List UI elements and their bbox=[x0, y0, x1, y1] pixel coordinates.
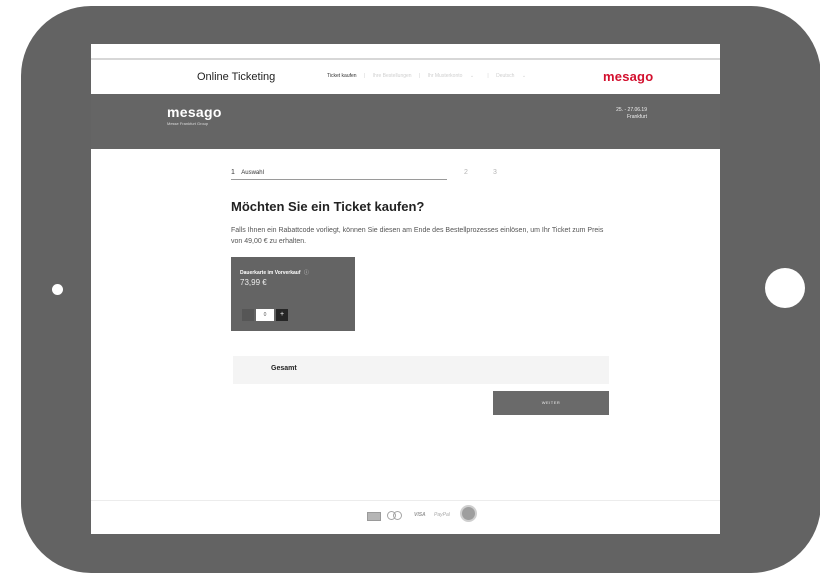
mastercard-icon bbox=[387, 511, 405, 520]
page-title: Möchten Sie ein Ticket kaufen? bbox=[231, 199, 425, 214]
step-2: 2 bbox=[464, 169, 468, 176]
decrement-button[interactable] bbox=[242, 309, 254, 321]
nav-separator: | bbox=[418, 73, 421, 79]
language-select[interactable]: Deutsch bbox=[496, 73, 514, 79]
ticket-price: 73,99 € bbox=[240, 278, 267, 287]
chevron-down-icon: ⌄ bbox=[469, 73, 475, 79]
total-row: Gesamt bbox=[233, 356, 609, 384]
discount-hint: Falls Ihnen ein Rabattcode vorliegt, kön… bbox=[231, 227, 604, 245]
payment-methods: VISA PayPal bbox=[367, 504, 517, 524]
step-3: 3 bbox=[493, 169, 497, 176]
nav-separator: | bbox=[487, 73, 489, 79]
brand-logo[interactable]: mesago bbox=[603, 69, 653, 84]
step-current[interactable]: 1 Auswahl bbox=[231, 169, 447, 180]
next-button[interactable]: WEITER bbox=[493, 391, 609, 415]
mastercard-circle bbox=[393, 511, 402, 520]
step-label: Auswahl bbox=[241, 170, 264, 176]
banner-logo: mesago bbox=[167, 104, 222, 120]
ticket-card: Dauerkarte im Vorverkauf ⓘ 73,99 € 0 + bbox=[231, 257, 355, 331]
event-banner: mesago Messe Frankfurt Group 25. - 27.06… bbox=[91, 94, 720, 149]
camera-dot bbox=[52, 284, 63, 295]
total-label: Gesamt bbox=[271, 365, 297, 372]
banner-subtitle: Messe Frankfurt Group bbox=[167, 121, 209, 126]
quantity-field[interactable]: 0 bbox=[256, 309, 274, 321]
event-date: 25. - 27.06.19 bbox=[616, 107, 647, 113]
credit-card-icon bbox=[367, 512, 381, 521]
ticket-name: Dauerkarte im Vorverkauf bbox=[240, 270, 301, 276]
paypal-logo: PayPal bbox=[434, 512, 450, 518]
ticket-name-row: Dauerkarte im Vorverkauf ⓘ bbox=[240, 269, 309, 276]
event-city: Frankfurt bbox=[626, 114, 647, 120]
footer-divider bbox=[91, 500, 720, 501]
home-button[interactable] bbox=[765, 268, 805, 308]
step-number: 1 bbox=[231, 169, 235, 176]
info-icon[interactable]: ⓘ bbox=[304, 270, 309, 276]
nav-link-orders[interactable]: Ihre Bestellungen bbox=[373, 73, 412, 79]
nav-link-account[interactable]: Ihr Musterkonto bbox=[428, 73, 463, 79]
nav-link-buy-ticket[interactable]: Ticket kaufen bbox=[327, 73, 357, 79]
top-navigation: Online Ticketing Ticket kaufen | Ihre Be… bbox=[91, 60, 720, 94]
screen: Online Ticketing Ticket kaufen | Ihre Be… bbox=[91, 44, 720, 534]
app-title: Online Ticketing bbox=[197, 71, 276, 83]
nav-separator: | bbox=[363, 73, 366, 79]
nav-links: Ticket kaufen | Ihre Bestellungen | Ihr … bbox=[327, 73, 532, 79]
chevron-down-icon: ⌄ bbox=[521, 73, 527, 79]
visa-logo: VISA bbox=[414, 512, 426, 518]
increment-button[interactable]: + bbox=[276, 309, 288, 321]
event-dates: 25. - 27.06.19 Frankfurt bbox=[616, 107, 647, 121]
trust-seal-icon bbox=[460, 505, 477, 522]
